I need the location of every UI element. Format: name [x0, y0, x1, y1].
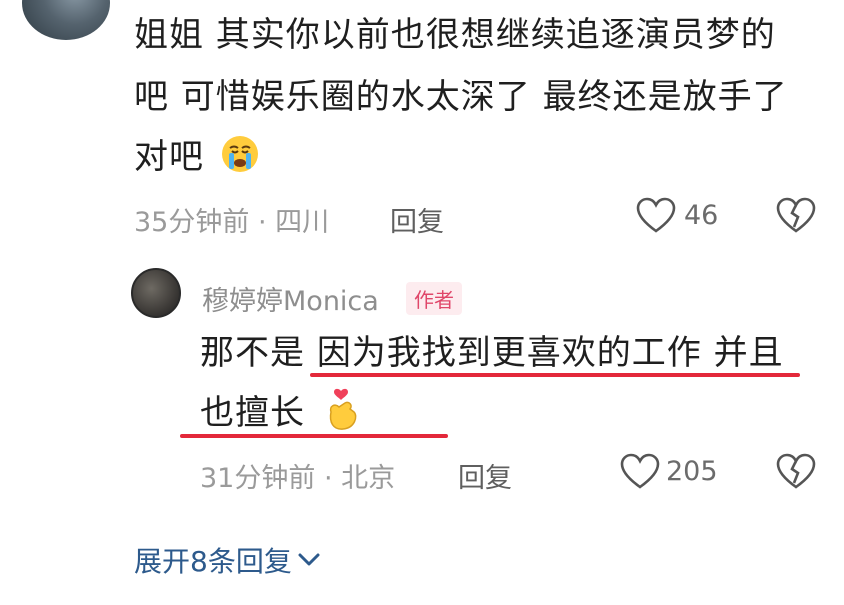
commenter-avatar[interactable] — [22, 0, 110, 40]
reply-line-1: 那不是 因为我找到更喜欢的工作 并且 — [200, 326, 784, 380]
reply-line-1-prefix: 那不是 — [200, 333, 317, 373]
author-name[interactable]: 穆婷婷Monica — [202, 279, 379, 318]
comment-reply-button[interactable]: 回复 — [390, 200, 444, 239]
author-badge: 作者 — [406, 282, 462, 315]
red-underline-2 — [180, 434, 448, 438]
reply-line-1-highlight: 因为我找到更喜欢的工作 并且 — [316, 333, 784, 373]
crying-face-emoji-icon — [220, 134, 260, 174]
comment-meta: 35分钟前 · 四川 — [134, 207, 330, 238]
expand-replies-label: 展开8条回复 — [134, 545, 292, 578]
reply-reply-button[interactable]: 回复 — [458, 456, 512, 495]
expand-replies-link[interactable]: 展开8条回复 — [134, 540, 320, 580]
chevron-down-icon — [298, 553, 320, 567]
finger-heart-emoji-icon — [323, 388, 361, 432]
comment-line-2: 吧 可惜娱乐圈的水太深了 最终还是放手了 — [134, 77, 788, 117]
comment-line-3: 对吧 — [134, 130, 260, 184]
like-heart-icon[interactable] — [636, 197, 676, 235]
comment-line-3-text: 对吧 — [134, 137, 204, 177]
dislike-broken-heart-icon[interactable] — [776, 197, 816, 235]
like-heart-icon[interactable] — [620, 453, 660, 491]
red-underline-1 — [310, 373, 800, 377]
reply-line-2-text: 也擅长 — [200, 393, 305, 433]
reply-like-count: 205 — [666, 456, 718, 487]
author-avatar[interactable] — [131, 268, 181, 318]
reply-meta: 31分钟前 · 北京 — [200, 463, 396, 494]
comment-line-1: 姐姐 其实你以前也很想继续追逐演员梦的 — [134, 15, 776, 55]
reply-line-2: 也擅长 — [200, 386, 361, 440]
comment-like-count: 46 — [684, 200, 719, 231]
dislike-broken-heart-icon[interactable] — [776, 453, 816, 491]
